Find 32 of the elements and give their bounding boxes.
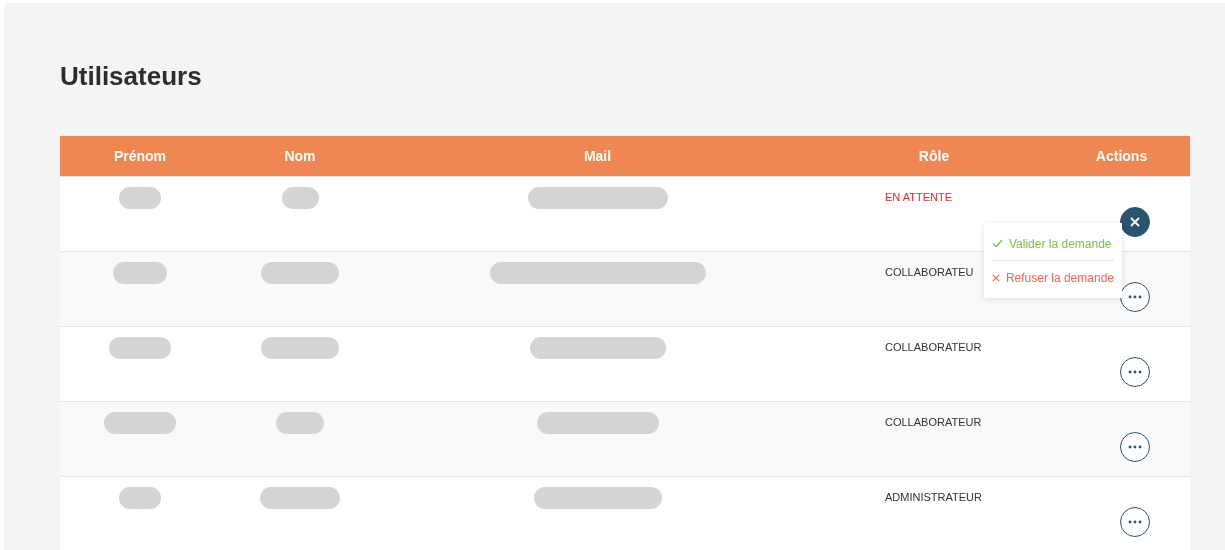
ellipsis-icon	[1128, 445, 1142, 449]
more-button[interactable]	[1120, 507, 1150, 537]
column-header: Nom	[283, 148, 317, 164]
close-button[interactable]	[1120, 207, 1150, 237]
role-label: EN ATTENTE	[885, 191, 953, 203]
redaction-mark	[281, 187, 319, 209]
role-label: ADMINISTRATEUR	[885, 491, 982, 503]
check-icon	[992, 239, 1003, 248]
close-icon	[1129, 216, 1141, 228]
more-button[interactable]	[1120, 432, 1150, 462]
role-label: COLLABORATEU	[885, 266, 974, 278]
menu-item[interactable]: Valider la demande	[992, 227, 1114, 260]
redaction-mark	[113, 262, 167, 284]
cross-icon	[992, 272, 1000, 283]
redaction-mark	[276, 412, 324, 434]
more-button[interactable]	[1120, 282, 1150, 312]
column-header: Mail	[582, 148, 613, 164]
more-button[interactable]	[1120, 357, 1150, 387]
column-header: Rôle	[917, 148, 951, 164]
column-header: Prénom	[112, 148, 168, 164]
ellipsis-icon	[1128, 295, 1142, 299]
role-label: COLLABORATEUR	[885, 341, 982, 353]
redaction-mark	[104, 412, 176, 434]
redaction-mark	[119, 187, 161, 209]
redaction-mark	[109, 337, 171, 359]
menu-item[interactable]: Refuser la demande	[992, 260, 1114, 294]
page-title: Utilisateurs	[60, 61, 203, 92]
role-label: COLLABORATEUR	[885, 416, 982, 428]
ellipsis-icon	[1128, 370, 1142, 374]
ellipsis-icon	[1128, 520, 1142, 524]
redaction-mark	[119, 487, 161, 509]
column-header: Actions	[1094, 148, 1149, 164]
